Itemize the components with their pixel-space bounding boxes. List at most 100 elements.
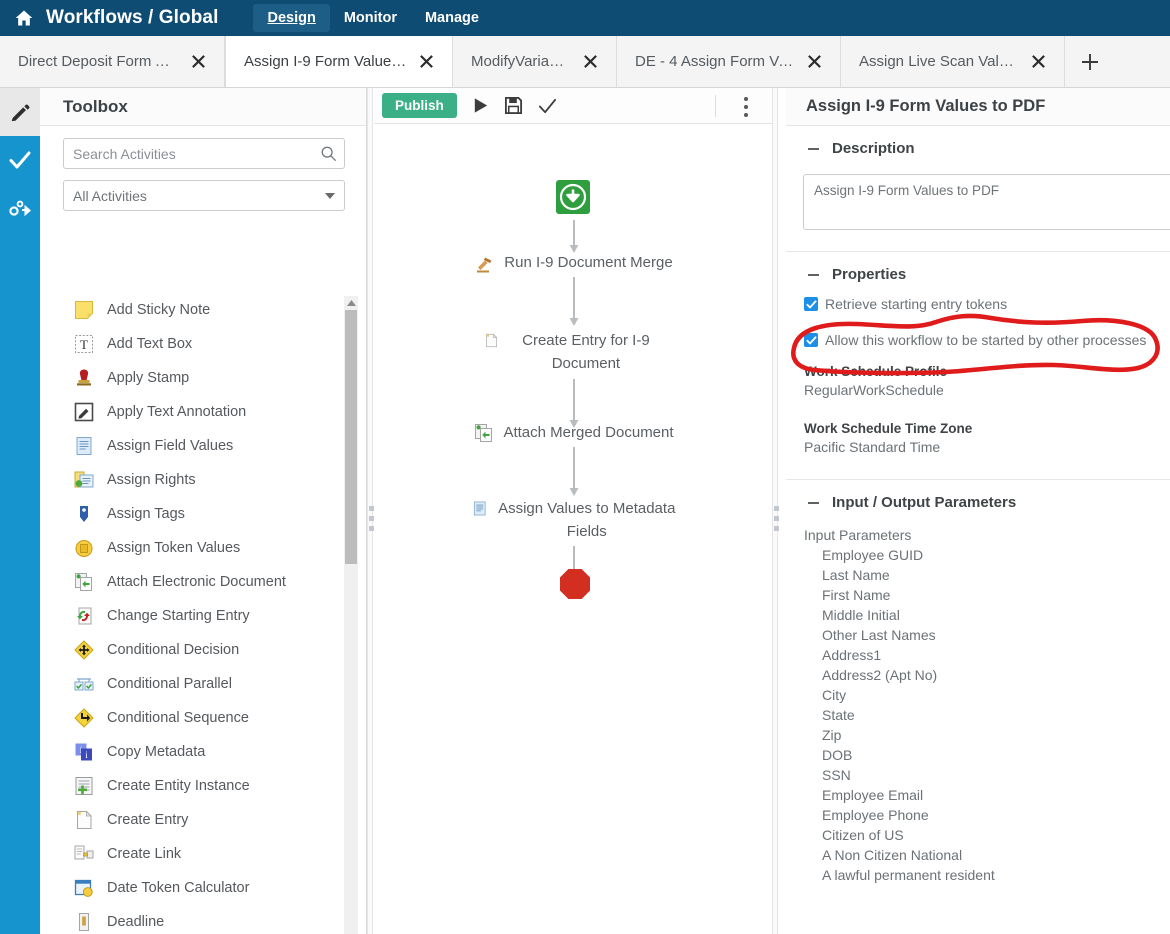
close-icon[interactable] [1031,54,1046,69]
list-item[interactable]: SSN [786,767,1170,783]
checkbox-row-retrieve-starting-entry-tokens[interactable]: Retrieve starting entry tokens [786,296,1170,312]
list-item[interactable]: Employee GUID [786,547,1170,563]
list-item[interactable]: DOB [786,747,1170,763]
list-item[interactable]: Create Link [40,837,367,871]
flow-node-activity[interactable]: Create Entry for I-9 Document [484,329,664,376]
gears-arrow-icon [8,196,32,220]
list-item[interactable]: Add Sticky Note [40,293,367,327]
nav-tab-design[interactable]: Design [253,4,329,32]
activity-label: Add Text Box [107,336,192,352]
checkmark-icon [806,299,817,310]
workflow-flowchart[interactable]: Run I-9 Document Merge Create Entry for … [374,124,772,934]
rail-item-design[interactable] [0,88,40,136]
save-button[interactable] [504,96,523,115]
activity-label: Apply Stamp [107,370,189,386]
workflow-canvas[interactable]: Publish [374,88,772,934]
field-value-work-schedule-time-zone: Pacific Standard Time [786,439,1170,455]
activity-filter-wrapper: All Activities [63,180,345,211]
list-item[interactable]: Assign Token Values [40,531,367,565]
properties-section-toggle[interactable]: Properties [786,266,1170,283]
rail-item-validate[interactable] [0,136,40,184]
pencil-icon [9,101,31,123]
description-textarea[interactable] [803,174,1170,230]
list-item[interactable]: Conditional Decision [40,633,367,667]
list-item[interactable]: Zip [786,727,1170,743]
flow-node-end[interactable] [559,568,591,600]
list-item[interactable]: Employee Email [786,787,1170,803]
flow-node-activity[interactable]: Run I-9 Document Merge [474,251,674,274]
flow-node-activity[interactable]: Attach Merged Document [474,421,674,444]
list-item[interactable]: Conditional Sequence [40,701,367,735]
list-item[interactable]: Attach Electronic Document [40,565,367,599]
list-item[interactable]: T Add Text Box [40,327,367,361]
list-item[interactable]: First Name [786,587,1170,603]
list-item[interactable]: City [786,687,1170,703]
home-icon[interactable] [14,8,34,28]
list-item[interactable]: Assign Tags [40,497,367,531]
table-row[interactable]: Assign Live Scan Values ... [841,36,1065,87]
activity-label: Date Token Calculator [107,880,249,896]
list-item[interactable]: A Non Citizen National [786,847,1170,863]
list-item[interactable]: State [786,707,1170,723]
table-row[interactable]: ModifyVariables [453,36,617,87]
activity-list[interactable]: Add Sticky Note T Add Text Box Apply Sta… [40,293,367,934]
nav-tab-manage[interactable]: Manage [411,4,493,32]
run-button[interactable] [471,96,490,115]
caret-up-icon[interactable] [344,296,358,309]
chevron-down-icon[interactable] [325,193,335,199]
checkbox-row-allow-started-by-other-processes[interactable]: Allow this workflow to be started by oth… [786,332,1170,348]
rail-item-process[interactable] [0,184,40,232]
list-item[interactable]: i i Copy Metadata [40,735,367,769]
list-item[interactable]: Middle Initial [786,607,1170,623]
add-tab-button[interactable] [1065,36,1115,87]
activity-label: Assign Field Values [107,438,233,454]
search-input[interactable] [63,138,345,169]
scrollbar-thumb[interactable] [345,310,357,564]
toolbox-scrollbar[interactable] [344,296,358,934]
list-item[interactable]: Last Name [786,567,1170,583]
splitter-left[interactable] [367,88,373,934]
checkbox[interactable] [804,297,818,311]
nav-tab-monitor[interactable]: Monitor [330,4,411,32]
kebab-menu-icon[interactable] [744,97,748,121]
checkbox[interactable] [804,333,818,347]
activity-filter-select[interactable]: All Activities [63,180,345,211]
list-item[interactable]: Assign Rights [40,463,367,497]
flow-node-start[interactable] [556,180,590,214]
list-item[interactable]: Other Last Names [786,627,1170,643]
flow-node-activity[interactable]: Assign Values to Metadata Fields [472,497,677,544]
close-icon[interactable] [807,54,822,69]
validate-button[interactable] [537,95,558,116]
list-item[interactable]: Citizen of US [786,827,1170,843]
table-row[interactable]: DE - 4 Assign Form Value... [617,36,841,87]
doc-tab-label: DE - 4 Assign Form Value... [635,53,795,70]
list-item[interactable]: Employee Phone [786,807,1170,823]
list-item[interactable]: Conditional Parallel [40,667,367,701]
table-row[interactable]: Assign I-9 Form Values t... [225,36,453,87]
list-item[interactable]: Change Starting Entry [40,599,367,633]
publish-button[interactable]: Publish [382,93,457,118]
properties-title: Assign I-9 Form Values to PDF [806,97,1045,116]
table-row[interactable]: Direct Deposit Form Assi... [0,36,225,87]
list-item[interactable]: Assign Field Values [40,429,367,463]
io-section-toggle[interactable]: Input / Output Parameters [786,494,1170,511]
close-icon[interactable] [583,54,598,69]
close-icon[interactable] [191,54,206,69]
list-item[interactable]: Create Entity Instance [40,769,367,803]
activity-label: Deadline [107,914,164,930]
list-item[interactable]: Deadline [40,905,367,934]
list-item[interactable]: Address2 (Apt No) [786,667,1170,683]
save-icon [504,96,523,115]
splitter-right[interactable] [772,88,778,934]
list-item[interactable]: Address1 [786,647,1170,663]
description-section-toggle[interactable]: Description [786,140,1170,157]
list-item[interactable]: Apply Stamp [40,361,367,395]
close-icon[interactable] [419,54,434,69]
list-item[interactable]: Create Entry [40,803,367,837]
collapse-minus-icon [808,274,819,276]
list-item[interactable]: Date Token Calculator [40,871,367,905]
list-item[interactable]: A lawful permanent resident [786,867,1170,883]
list-item[interactable]: Apply Text Annotation [40,395,367,429]
create-entry-icon [484,331,499,350]
search-icon[interactable] [320,145,337,162]
